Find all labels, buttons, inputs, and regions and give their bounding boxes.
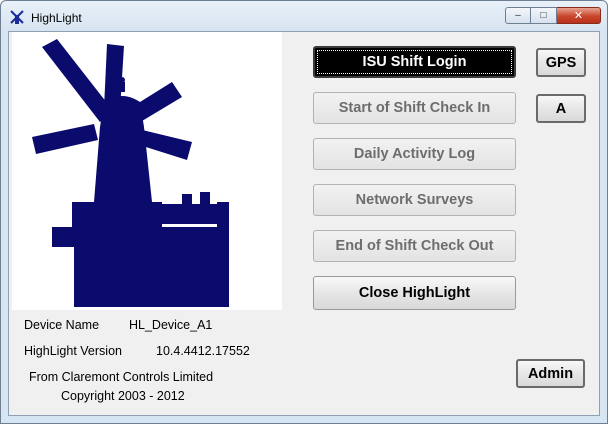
client-area: Device Name HL_Device_A1 HighLight Versi… <box>8 31 600 416</box>
daily-activity-log-button[interactable]: Daily Activity Log <box>313 138 516 170</box>
close-highlight-button[interactable]: Close HighLight <box>313 276 516 310</box>
admin-button[interactable]: Admin <box>516 359 585 388</box>
version-label: HighLight Version <box>24 344 122 358</box>
gps-button[interactable]: GPS <box>536 48 586 77</box>
start-of-shift-check-in-button[interactable]: Start of Shift Check In <box>313 92 516 124</box>
logo-panel <box>12 32 282 310</box>
windmill-icon <box>10 10 24 24</box>
maximize-icon: □ <box>540 10 547 21</box>
network-surveys-button[interactable]: Network Surveys <box>313 184 516 216</box>
isu-shift-login-button[interactable]: ISU Shift Login <box>313 46 516 78</box>
close-icon: ✕ <box>573 10 584 22</box>
minimize-button[interactable]: – <box>505 7 531 24</box>
copyright-text: Copyright 2003 - 2012 <box>61 389 185 403</box>
a-button[interactable]: A <box>536 94 586 123</box>
app-window: HighLight – □ ✕ Device Name HL_Device_A1… <box>0 0 608 424</box>
window-title: HighLight <box>31 11 82 25</box>
device-name-value: HL_Device_A1 <box>129 318 213 332</box>
minimize-icon: – <box>515 10 521 21</box>
end-of-shift-check-out-button[interactable]: End of Shift Check Out <box>313 230 516 262</box>
title-bar[interactable]: HighLight – □ ✕ <box>1 1 607 31</box>
company-text: From Claremont Controls Limited <box>29 370 214 384</box>
version-value: 10.4.4412.17552 <box>156 344 250 358</box>
maximize-button[interactable]: □ <box>531 7 557 24</box>
device-name-label: Device Name <box>24 318 100 332</box>
caption-buttons: – □ ✕ <box>505 7 601 25</box>
close-window-button[interactable]: ✕ <box>557 7 601 24</box>
windmill-logo <box>32 39 229 307</box>
